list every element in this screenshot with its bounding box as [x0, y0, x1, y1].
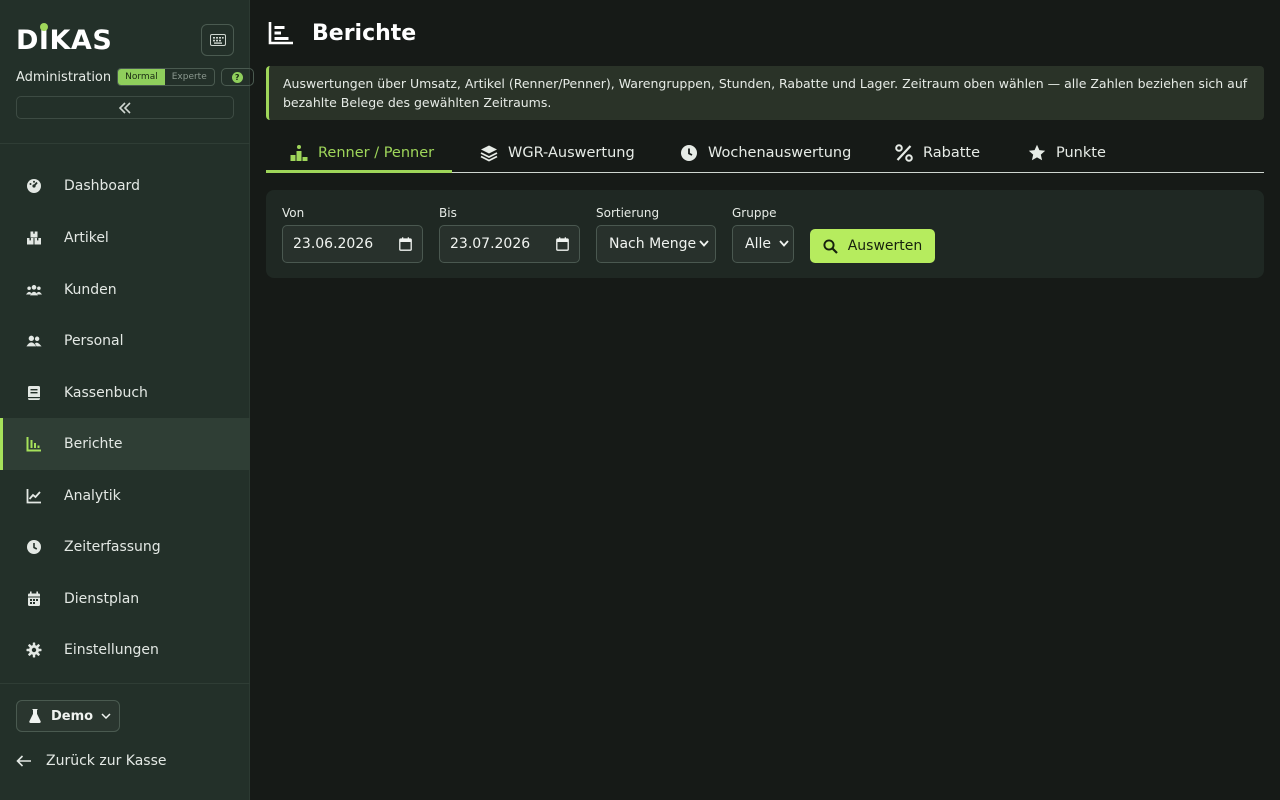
- tab-label: Rabatte: [923, 145, 981, 161]
- filter-panel: Von 23.06.2026 Bis 23.07.2026 Sortierung…: [266, 190, 1264, 278]
- mode-normal-option[interactable]: Normal: [118, 69, 165, 85]
- chevron-down-icon: [699, 240, 709, 247]
- main-content: Berichte Auswertungen über Umsatz, Artik…: [250, 0, 1280, 800]
- tab-label: Renner / Penner: [318, 145, 435, 161]
- sidebar-item-label: Zeiterfassung: [64, 539, 161, 555]
- from-date-label: Von: [282, 206, 305, 220]
- tab-renner-penner[interactable]: Renner / Penner: [290, 134, 434, 172]
- sidebar-item-berichte[interactable]: Berichte: [0, 418, 250, 470]
- sort-label: Sortierung: [596, 206, 660, 220]
- sort-select[interactable]: Nach Menge: [596, 225, 716, 263]
- podium-icon: [290, 144, 308, 162]
- environment-dropdown[interactable]: Demo: [16, 700, 120, 732]
- page-header: Berichte: [268, 18, 416, 48]
- from-date-input[interactable]: 23.06.2026: [282, 225, 423, 263]
- evaluate-button-label: Auswerten: [847, 238, 923, 254]
- chart-bars-icon: [268, 22, 293, 45]
- calendar-icon[interactable]: [399, 237, 412, 251]
- sidebar-item-label: Einstellungen: [64, 642, 159, 658]
- arrow-left-icon: [16, 755, 31, 767]
- help-icon: ?: [231, 71, 243, 83]
- group-label: Gruppe: [732, 206, 777, 220]
- admin-row: Administration Normal Experte ?: [16, 67, 254, 87]
- to-date-value: 23.07.2026: [450, 236, 531, 252]
- keyboard-icon: [209, 34, 226, 46]
- sidebar-divider: [0, 143, 250, 144]
- boxes-icon: [26, 230, 42, 246]
- sidebar-item-zeiterfassung[interactable]: Zeiterfassung: [0, 521, 250, 573]
- collapse-sidebar-button[interactable]: [16, 96, 234, 119]
- double-chevron-left-icon: [118, 101, 131, 114]
- book-icon: [26, 385, 42, 401]
- active-tab-indicator: [266, 170, 452, 173]
- sidebar-divider: [0, 683, 250, 684]
- back-link-label: Zurück zur Kasse: [46, 753, 167, 769]
- percent-icon: [895, 144, 913, 162]
- back-to-register-link[interactable]: Zurück zur Kasse: [16, 750, 167, 772]
- tab-label: Punkte: [1056, 145, 1106, 161]
- help-button[interactable]: ?: [220, 68, 254, 86]
- logo-accent-dot: [40, 23, 49, 31]
- sidebar-item-label: Analytik: [64, 488, 121, 504]
- chevron-down-icon: [101, 713, 111, 719]
- report-tabs: Renner / Penner WGR-Auswertung Wochenaus…: [266, 134, 1264, 173]
- tab-wgr-auswertung[interactable]: WGR-Auswertung: [480, 134, 635, 172]
- sidebar-item-dienstplan[interactable]: Dienstplan: [0, 573, 250, 625]
- environment-label: Demo: [51, 708, 94, 724]
- sidebar-item-label: Kunden: [64, 282, 117, 298]
- users-icon: [26, 282, 42, 298]
- flask-icon: [29, 709, 41, 723]
- gear-icon: [26, 642, 42, 658]
- layers-icon: [480, 144, 498, 162]
- sidebar-item-artikel[interactable]: Artikel: [0, 212, 250, 264]
- page-title: Berichte: [312, 20, 417, 46]
- logo: DI KAS: [16, 23, 113, 56]
- clock-icon: [26, 539, 42, 555]
- evaluate-button[interactable]: Auswerten: [810, 229, 935, 263]
- keyboard-button[interactable]: [201, 24, 234, 56]
- admin-label: Administration: [16, 69, 112, 85]
- calendar-icon[interactable]: [556, 237, 569, 251]
- sidebar-item-einstellungen[interactable]: Einstellungen: [0, 624, 250, 676]
- chevron-down-icon: [779, 240, 789, 247]
- tab-punkte[interactable]: Punkte: [1028, 134, 1106, 172]
- sidebar-item-kunden[interactable]: Kunden: [0, 264, 250, 316]
- sidebar-item-label: Personal: [64, 333, 124, 349]
- group-select[interactable]: Alle: [732, 225, 794, 263]
- group-value: Alle: [745, 236, 771, 252]
- tab-rabatte[interactable]: Rabatte: [895, 134, 980, 172]
- sidebar-item-label: Berichte: [64, 436, 123, 452]
- user-group-icon: [26, 333, 42, 349]
- line-chart-icon: [26, 488, 42, 504]
- chart-bars-icon: [26, 436, 42, 452]
- clock-icon: [680, 144, 698, 162]
- tab-label: Wochenauswertung: [708, 145, 852, 161]
- sidebar-item-label: Dienstplan: [64, 591, 140, 607]
- gauge-icon: [26, 178, 42, 194]
- tab-label: WGR-Auswertung: [508, 145, 635, 161]
- sort-value: Nach Menge: [609, 236, 697, 252]
- sidebar-item-label: Dashboard: [64, 178, 140, 194]
- info-banner: Auswertungen über Umsatz, Artikel (Renne…: [266, 66, 1264, 120]
- from-date-value: 23.06.2026: [293, 236, 374, 252]
- sidebar: DI KAS Administration Normal Experte ? D…: [0, 0, 254, 800]
- sidebar-item-label: Artikel: [64, 230, 109, 246]
- mode-toggle[interactable]: Normal Experte: [117, 68, 215, 86]
- sidebar-item-kassenbuch[interactable]: Kassenbuch: [0, 367, 250, 419]
- mode-expert-option[interactable]: Experte: [165, 69, 214, 85]
- sidebar-item-personal[interactable]: Personal: [0, 315, 250, 367]
- calendar-icon: [26, 591, 42, 607]
- to-date-input[interactable]: 23.07.2026: [439, 225, 580, 263]
- star-icon: [1028, 144, 1046, 162]
- sidebar-item-analytik[interactable]: Analytik: [0, 470, 250, 522]
- sidebar-item-label: Kassenbuch: [64, 385, 148, 401]
- sidebar-item-dashboard[interactable]: Dashboard: [0, 160, 250, 212]
- to-date-label: Bis: [439, 206, 457, 220]
- tab-wochenauswertung[interactable]: Wochenauswertung: [680, 134, 851, 172]
- search-icon: [823, 238, 838, 254]
